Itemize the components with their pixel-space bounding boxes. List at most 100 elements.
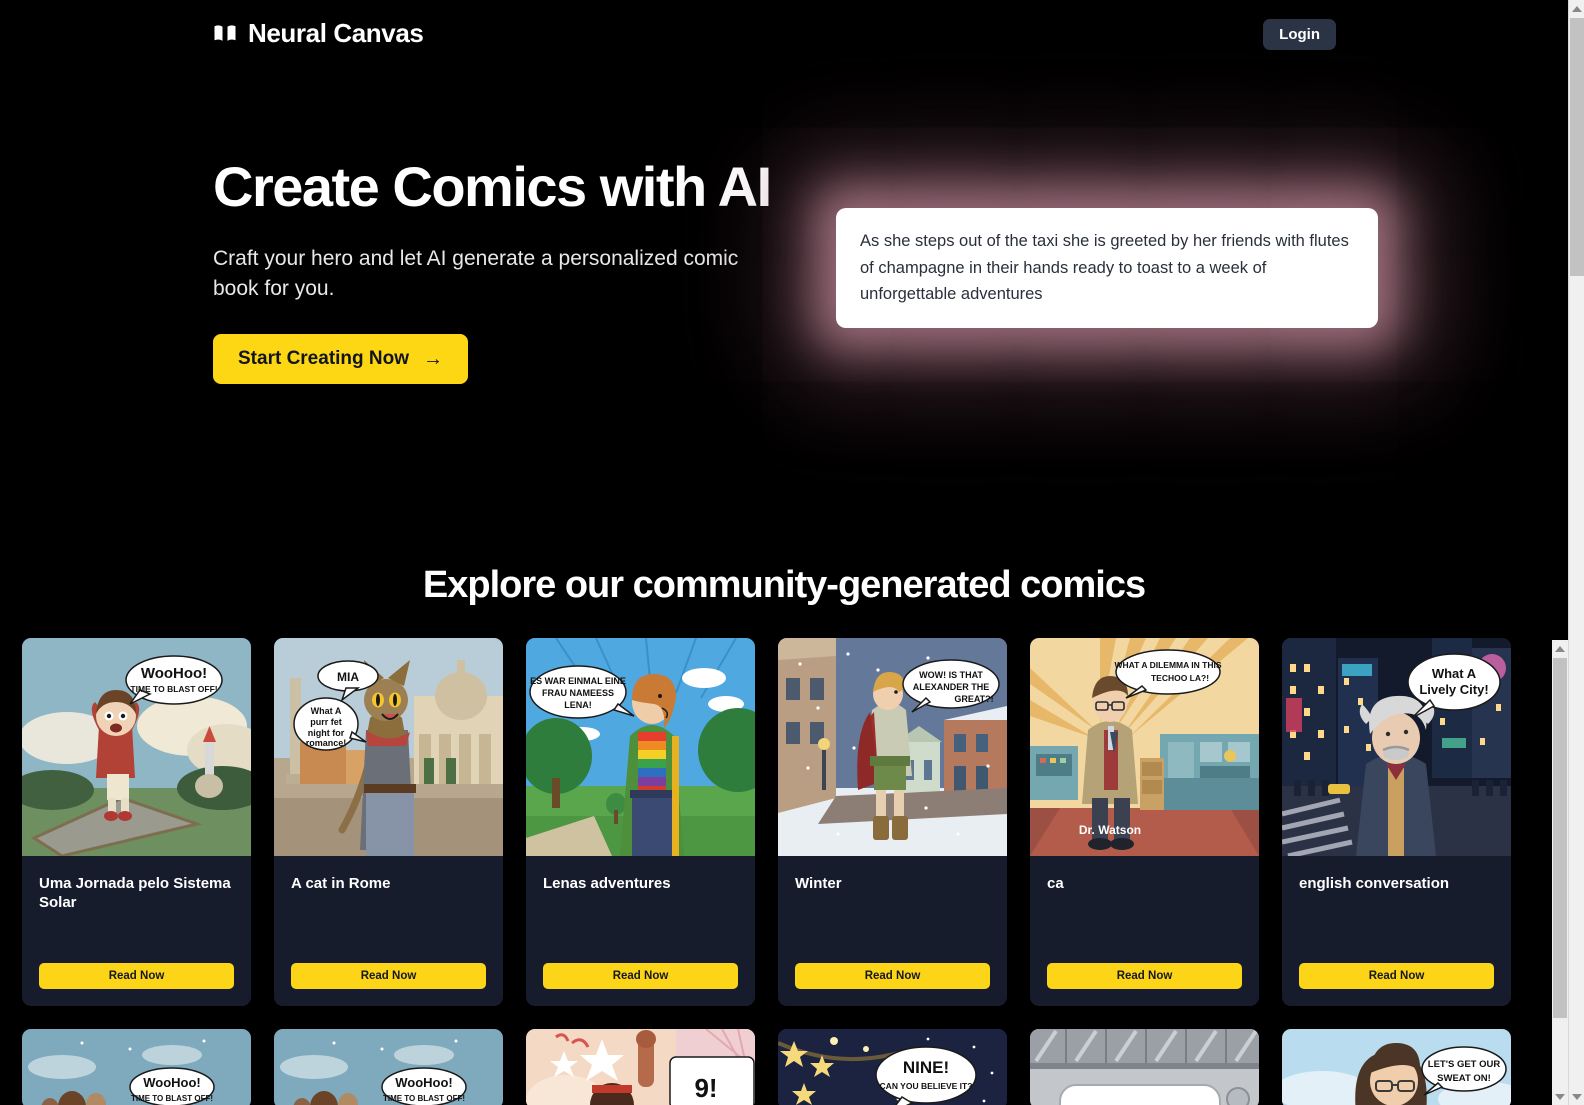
read-now-button[interactable]: Read Now (543, 963, 738, 989)
svg-text:WooHoo!: WooHoo! (141, 665, 207, 682)
read-now-button[interactable]: Read Now (795, 963, 990, 989)
comic-thumbnail: WooHoo! TIME TO BLAST OFF! (22, 638, 251, 856)
read-now-button[interactable]: Read Now (291, 963, 486, 989)
comic-thumbnail (1030, 1029, 1259, 1105)
hero-title: Create Comics with AI (213, 155, 772, 218)
svg-text:What A: What A (311, 706, 342, 716)
comic-thumbnail: WooHoo! TIME TO BLAST OFF! (274, 1029, 503, 1105)
comic-card-body: Lenas adventures (526, 856, 755, 963)
page-root: Neural Canvas Login Create Comics with A… (0, 0, 1584, 1105)
comic-thumbnail: LET'S GET OUR SWEAT ON! (1282, 1029, 1511, 1105)
login-button[interactable]: Login (1263, 19, 1336, 50)
book-open-icon (213, 22, 237, 46)
comics-grid-row-2: WooHoo! TIME TO BLAST OFF! WooHoo! TIME … (22, 1029, 1530, 1105)
hero-subtitle: Craft your hero and let AI generate a pe… (213, 246, 739, 301)
comic-card[interactable]: WooHoo! TIME TO BLAST OFF! (22, 1029, 251, 1105)
scroll-down-icon[interactable] (1552, 1088, 1568, 1105)
svg-text:WooHoo!: WooHoo! (143, 1075, 201, 1090)
svg-text:TIME TO BLAST OFF!: TIME TO BLAST OFF! (383, 1094, 465, 1103)
scroll-up-icon[interactable] (1552, 640, 1568, 657)
read-now-button[interactable]: Read Now (39, 963, 234, 989)
comics-grid-viewport: WooHoo! TIME TO BLAST OFF! Uma Jornada p… (0, 638, 1568, 1105)
start-creating-button[interactable]: Start Creating Now → (213, 333, 469, 384)
comic-card[interactable]: WHAT A DILEMMA IN THIS TECHOO LA?! Dr. W… (1030, 638, 1259, 1006)
svg-text:LENA!: LENA! (564, 700, 592, 710)
comic-title: Lenas adventures (543, 875, 671, 892)
comic-card[interactable]: WooHoo! TIME TO BLAST OFF! (274, 1029, 503, 1105)
scroll-down-icon[interactable] (1569, 1088, 1584, 1105)
site-header: Neural Canvas Login (0, 0, 1568, 68)
comics-grid-row-1: WooHoo! TIME TO BLAST OFF! Uma Jornada p… (22, 638, 1530, 1006)
svg-text:GREAT?!: GREAT?! (954, 694, 993, 704)
read-now-button[interactable]: Read Now (1299, 963, 1494, 989)
prompt-preview-card: As she steps out of the taxi she is gree… (836, 208, 1378, 329)
comic-card-footer: Read Now (778, 963, 1007, 1006)
svg-text:WooHoo!: WooHoo! (395, 1075, 453, 1090)
comic-card-footer: Read Now (22, 963, 251, 1006)
hero-visual: As she steps out of the taxi she is gree… (836, 208, 1378, 329)
comic-title: english conversation (1299, 875, 1450, 892)
svg-text:SWEAT ON!: SWEAT ON! (1437, 1073, 1491, 1084)
svg-text:What A: What A (1432, 666, 1477, 681)
comic-card-body: Winter (778, 856, 1007, 963)
comic-card[interactable] (1030, 1029, 1259, 1105)
comic-card[interactable]: LET'S GET OUR SWEAT ON! (1282, 1029, 1511, 1105)
svg-text:Lively City!: Lively City! (1419, 682, 1488, 697)
svg-text:purr fet: purr fet (310, 717, 342, 727)
svg-text:TECHOO LA?!: TECHOO LA?! (1151, 673, 1209, 683)
comic-card-body: english conversation (1282, 856, 1511, 963)
scrollbar-thumb[interactable] (1570, 18, 1584, 276)
svg-text:LET'S GET OUR: LET'S GET OUR (1428, 1059, 1501, 1070)
brand-logo[interactable]: Neural Canvas (213, 18, 424, 49)
svg-text:MIA: MIA (337, 670, 359, 684)
page-title: Explore our community-generated comics (422, 564, 1146, 606)
comic-card[interactable]: MIA What A purr fet night for romance! A… (274, 638, 503, 1006)
brand-name: Neural Canvas (248, 18, 424, 48)
page-scrollbar[interactable] (1568, 0, 1584, 1105)
cta-label: Start Creating Now (238, 347, 410, 369)
comic-thumbnail: WHAT A DILEMMA IN THIS TECHOO LA?! Dr. W… (1030, 638, 1259, 856)
svg-text:9!: 9! (694, 1073, 717, 1103)
comic-card[interactable]: NINE! CAN YOU BELIEVE IT? (778, 1029, 1007, 1105)
comic-card[interactable]: 9! (526, 1029, 755, 1105)
hero-copy: Create Comics with AI Craft your hero an… (213, 155, 773, 384)
comic-card-body: A cat in Rome (274, 856, 503, 963)
comic-card-body: ca (1030, 856, 1259, 963)
svg-text:TIME TO BLAST OFF!: TIME TO BLAST OFF! (130, 684, 217, 694)
comic-card[interactable]: WOW! IS THAT ALEXANDER THE GREAT?! Winte… (778, 638, 1007, 1006)
arrow-right-icon: → (423, 347, 444, 370)
comics-grid-scrollbar[interactable] (1552, 640, 1568, 1105)
comic-title: Winter (795, 875, 842, 892)
svg-text:night for: night for (308, 728, 345, 738)
comic-thumbnail: NINE! CAN YOU BELIEVE IT? (778, 1029, 1007, 1105)
comic-card[interactable]: What A Lively City! english conversation… (1282, 638, 1511, 1006)
comic-card[interactable]: ES WAR EINMAL EINE FRAU NAMEESS LENA! Le… (526, 638, 755, 1006)
comic-card-footer: Read Now (526, 963, 755, 1006)
svg-text:FRAU NAMEESS: FRAU NAMEESS (542, 688, 614, 698)
scroll-up-icon[interactable] (1569, 0, 1584, 17)
comic-thumbnail: WooHoo! TIME TO BLAST OFF! (22, 1029, 251, 1105)
comic-card-footer: Read Now (274, 963, 503, 1006)
comic-thumbnail: What A Lively City! (1282, 638, 1511, 856)
comic-thumbnail: 9! (526, 1029, 755, 1105)
hero-section: Create Comics with AI Craft your hero an… (0, 140, 1568, 520)
comic-card[interactable]: WooHoo! TIME TO BLAST OFF! Uma Jornada p… (22, 638, 251, 1006)
comic-thumbnail: WOW! IS THAT ALEXANDER THE GREAT?! (778, 638, 1007, 856)
scrollbar-thumb[interactable] (1553, 658, 1567, 1018)
comic-title: ca (1047, 875, 1064, 892)
svg-text:romance!: romance! (306, 738, 347, 748)
svg-text:CAN YOU BELIEVE IT?: CAN YOU BELIEVE IT? (880, 1081, 973, 1091)
svg-text:NINE!: NINE! (903, 1058, 949, 1077)
comic-card-body: Uma Jornada pelo Sistema Solar (22, 856, 251, 963)
svg-text:ALEXANDER THE: ALEXANDER THE (913, 682, 990, 692)
comic-card-footer: Read Now (1282, 963, 1511, 1006)
comic-title: Uma Jornada pelo Sistema Solar (39, 875, 231, 912)
svg-text:WOW! IS THAT: WOW! IS THAT (919, 670, 983, 680)
svg-text:ES WAR EINMAL EINE: ES WAR EINMAL EINE (530, 676, 626, 686)
comic-thumbnail: ES WAR EINMAL EINE FRAU NAMEESS LENA! (526, 638, 755, 856)
read-now-button[interactable]: Read Now (1047, 963, 1242, 989)
comic-thumbnail: MIA What A purr fet night for romance! (274, 638, 503, 856)
svg-text:WHAT A DILEMMA IN THIS: WHAT A DILEMMA IN THIS (1114, 660, 1221, 670)
svg-text:TIME TO BLAST OFF!: TIME TO BLAST OFF! (131, 1094, 213, 1103)
comic-title: A cat in Rome (291, 875, 391, 892)
